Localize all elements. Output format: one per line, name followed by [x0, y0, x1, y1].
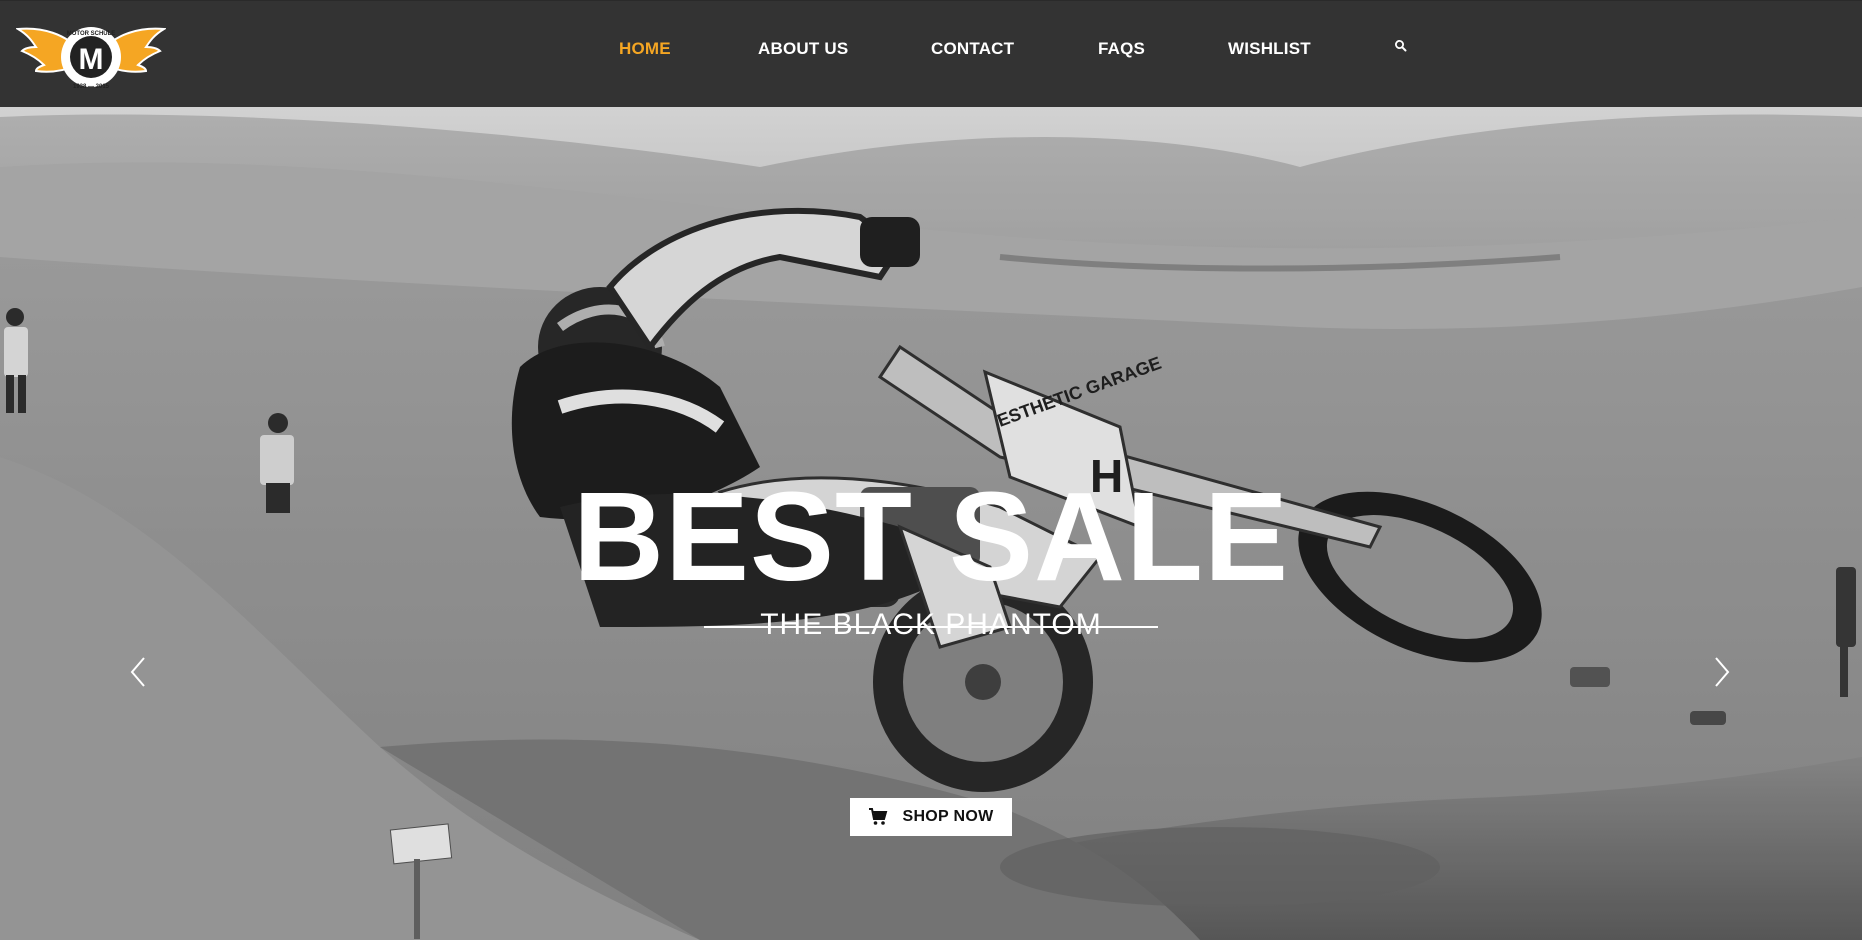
next-slide-button[interactable]: [1706, 652, 1736, 692]
main-nav: HOME ABOUT US CONTACT FAQS WISHLIST: [0, 1, 1862, 101]
shop-now-label: SHOP NOW: [902, 808, 994, 825]
nav-home[interactable]: HOME: [619, 39, 671, 59]
shop-now-button[interactable]: SHOP NOW: [850, 798, 1012, 836]
chevron-right-icon: [1715, 657, 1730, 687]
cart-icon: [869, 808, 888, 825]
nav-contact[interactable]: CONTACT: [931, 39, 1014, 59]
prev-slide-button[interactable]: [124, 652, 154, 692]
nav-about-us[interactable]: ABOUT US: [758, 39, 848, 59]
nav-wishlist[interactable]: WISHLIST: [1228, 39, 1311, 59]
hero-headline: BEST SALE: [572, 466, 1290, 607]
hero-subheadline: THE BLACK PHANTOM: [760, 608, 1102, 641]
nav-faqs[interactable]: FAQS: [1098, 39, 1145, 59]
site-header: MOTOR SCHULE 1938 — 2015 M HOME ABOUT US…: [0, 0, 1862, 107]
search-icon[interactable]: [1394, 39, 1410, 55]
chevron-left-icon: [130, 657, 145, 687]
